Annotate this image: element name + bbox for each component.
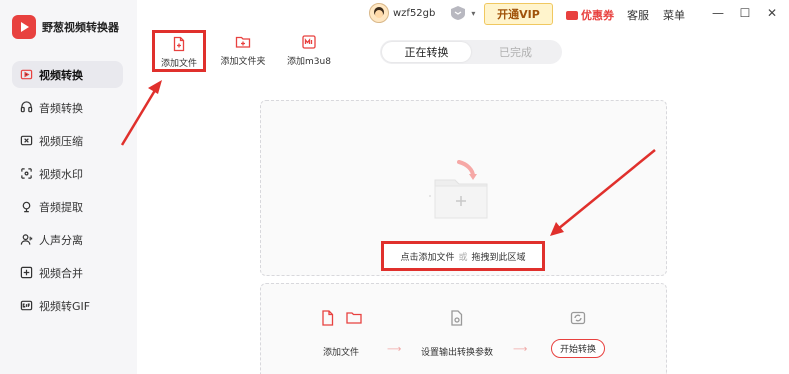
arrow-right-icon: ⟶ [387, 344, 402, 355]
steps-guide: 添加文件 ⟶ 设置输出转换参数 ⟶ 开始转换 [260, 283, 667, 374]
m3u8-icon [302, 35, 316, 49]
status-tabs: 正在转换 已完成 [380, 40, 562, 64]
sidebar-item-label: 人声分离 [39, 233, 83, 247]
file-icon [322, 310, 334, 326]
sidebar-item-label: 音频提取 [39, 200, 83, 214]
window-controls: — ☐ ✕ [711, 6, 779, 20]
sidebar-item-watermark[interactable]: 视频水印 [12, 160, 123, 187]
coupon-icon [566, 10, 578, 20]
voice-separate-icon [20, 233, 33, 246]
coupon-label: 优惠券 [581, 9, 614, 22]
avatar[interactable] [369, 3, 389, 23]
sidebar-item-label: 视频转GIF [39, 299, 91, 313]
badge-icon[interactable] [449, 5, 467, 21]
add-folder-label: 添加文件夹 [220, 57, 266, 67]
drop-hint[interactable]: 点击添加文件 或 拖拽到此区域 [381, 241, 545, 271]
sidebar-item-label: 视频水印 [39, 167, 83, 181]
start-convert-button[interactable]: 开始转换 [551, 339, 606, 358]
file-drop-area[interactable]: 点击添加文件 或 拖拽到此区域 [260, 100, 667, 276]
sidebar-item-video-compress[interactable]: 视频压缩 [12, 127, 123, 154]
menu-button[interactable]: 菜单 [663, 7, 685, 23]
step-add-file: 添加文件 [319, 307, 363, 358]
arrow-right-icon: ⟶ [513, 344, 528, 355]
step1-label: 添加文件 [322, 348, 359, 358]
sidebar-item-audio-convert[interactable]: 音频转换 [12, 94, 123, 121]
sidebar-item-label: 视频压缩 [39, 134, 83, 148]
app-brand: 野葱视频转换器 [12, 15, 119, 39]
settings-file-icon [451, 310, 463, 326]
tab-converting[interactable]: 正在转换 [382, 42, 471, 62]
add-m3u8-label: 添加m3u8 [287, 57, 331, 67]
add-file-label: 添加文件 [160, 58, 197, 69]
add-file-icon [173, 36, 185, 51]
top-bar: wzf52gb ▾ 开通VIP 优惠券 客服 菜单 — ☐ ✕ [137, 0, 789, 28]
step2-label: 设置输出转换参数 [421, 348, 494, 358]
drop-hint-click: 点击添加文件 [400, 252, 455, 263]
app-name: 野葱视频转换器 [42, 21, 119, 34]
add-m3u8-button[interactable]: 添加m3u8 [282, 34, 336, 67]
sidebar-item-label: 视频转换 [39, 68, 83, 82]
maximize-icon[interactable]: ☐ [738, 6, 752, 20]
sidebar: 野葱视频转换器 视频转换 音频转换 视频压缩 视频水印 音频提取 人声分离 视频… [0, 0, 137, 374]
minimize-icon[interactable]: — [711, 6, 725, 20]
audio-convert-icon [20, 101, 33, 114]
service-button[interactable]: 客服 [627, 7, 649, 23]
sidebar-item-video-convert[interactable]: 视频转换 [12, 61, 123, 88]
sidebar-nav: 视频转换 音频转换 视频压缩 视频水印 音频提取 人声分离 视频合并 视频转GI… [12, 61, 123, 325]
video-merge-icon [20, 266, 33, 279]
watermark-icon [20, 167, 33, 180]
folder-icon [346, 312, 362, 324]
audio-extract-icon [20, 200, 33, 213]
sidebar-item-video-merge[interactable]: 视频合并 [12, 259, 123, 286]
coupon-button[interactable]: 优惠券 [566, 7, 614, 23]
video-convert-icon [20, 68, 33, 81]
add-file-button[interactable]: 添加文件 [152, 30, 206, 72]
sidebar-item-audio-extract[interactable]: 音频提取 [12, 193, 123, 220]
chevron-down-icon[interactable]: ▾ [471, 9, 475, 18]
add-folder-icon [235, 36, 251, 48]
add-folder-button[interactable]: 添加文件夹 [216, 34, 270, 67]
vip-button[interactable]: 开通VIP [484, 3, 553, 25]
user-menu[interactable]: wzf52gb ▾ [369, 3, 475, 23]
close-icon[interactable]: ✕ [765, 6, 779, 20]
sidebar-item-voice-separate[interactable]: 人声分离 [12, 226, 123, 253]
drop-hint-drag: 拖拽到此区域 [471, 252, 526, 263]
gif-icon [20, 299, 33, 312]
sidebar-item-label: 视频合并 [39, 266, 83, 280]
video-compress-icon [20, 134, 33, 147]
tab-completed[interactable]: 已完成 [471, 42, 560, 62]
sidebar-item-label: 音频转换 [39, 101, 83, 115]
folder-illustration-icon [429, 160, 488, 219]
app-logo-icon [12, 15, 36, 39]
sidebar-item-gif[interactable]: 视频转GIF [12, 292, 123, 319]
step-settings: 设置输出转换参数 [421, 307, 493, 358]
drop-hint-or: 或 [458, 252, 468, 263]
username: wzf52gb [393, 7, 436, 19]
convert-icon [570, 311, 586, 325]
step-start: 开始转换 [551, 307, 606, 358]
